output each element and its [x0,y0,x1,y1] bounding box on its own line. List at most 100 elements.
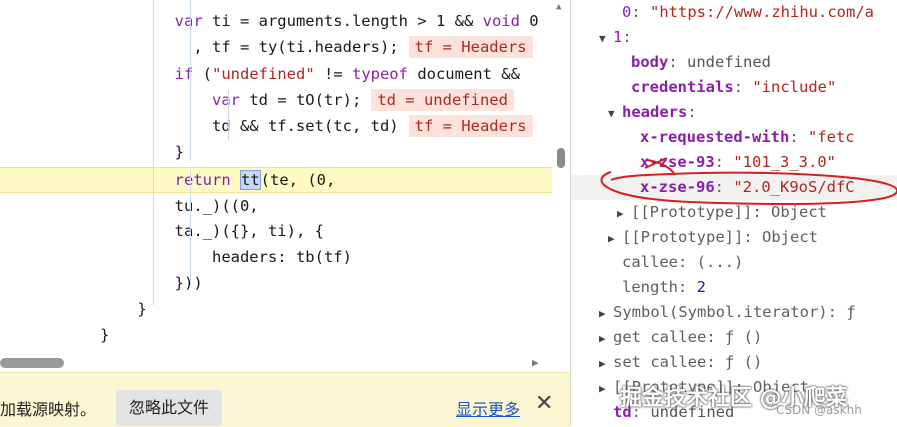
tree-row[interactable]: length: 2 [571,275,897,300]
tree-row[interactable]: ▶ [[Prototype]]: Object [571,225,897,250]
scroll-right-arrow-icon[interactable]: ▶ [532,356,539,369]
collapsed-triangle-icon[interactable]: ▶ [599,351,613,376]
code-line-content: var ti = arguments.length > 1 && void 0 [0,12,539,30]
tree-row[interactable]: credentials: "include" [571,75,897,100]
scroll-up-arrow-icon[interactable]: ▲ [556,2,561,12]
tree-row[interactable]: ▶ get callee: ƒ () [571,325,897,350]
code-token: td = tO(tr); [239,91,362,109]
inline-value-badge: td = undefined [371,89,514,111]
csdn-watermark: CSDN @askhh [776,403,862,417]
notice-text: 加载源映射。 [0,400,97,419]
tree-row[interactable]: callee: (...) [571,250,897,275]
code-line[interactable]: } [0,139,552,165]
code-token: headers: tb(tf) [100,248,352,266]
show-more-link[interactable]: 显示更多 [456,396,520,420]
code-vertical-scrollbar[interactable] [552,0,570,355]
collapsed-triangle-icon[interactable]: ▶ [608,226,622,251]
tree-row[interactable]: x-zse-93: "101_3_3.0" [571,150,897,175]
property-value: 2 [696,278,707,296]
code-line[interactable]: return tt(te, (0, [0,167,552,193]
inline-value-badge: tf = Headers [408,36,533,58]
code-token: typeof [351,65,408,83]
property-key: length [622,278,678,296]
indent-guide [228,90,229,140]
code-line[interactable]: tu._)((0, [0,193,552,219]
code-line-content: var td = tO(tr); td = undefined [0,89,514,111]
key-separator: : [789,128,808,146]
code-vertical-scroll-thumb[interactable] [557,148,565,168]
code-token: } [100,143,184,161]
code-line[interactable]: if ("undefined" != typeof document && [0,61,552,87]
tree-row[interactable]: x-zse-96: "2.0_K9oS/dfC [571,175,897,200]
property-key: get callee [613,328,707,346]
key-separator: : [622,28,632,46]
property-value: ƒ () [725,353,763,371]
close-icon[interactable]: ✕ [535,391,553,416]
ignore-file-button[interactable]: 忽略此文件 [116,390,222,426]
key-separator: : [827,303,847,321]
property-value: "fetc [807,128,855,146]
property-value: "2.0_K9oS/dfC [733,178,855,196]
collapsed-triangle-icon[interactable]: ▶ [599,376,613,401]
property-value: (...) [696,253,744,271]
code-line[interactable]: var td = tO(tr); td = undefined [0,87,552,113]
code-token: var [211,91,240,109]
code-token: "undefined" [212,65,315,83]
code-line-content: } [0,300,147,318]
source-code-pane[interactable]: var ti = arguments.length > 1 && void 0 … [0,0,552,426]
code-line[interactable]: var ti = arguments.length > 1 && void 0 [0,8,552,34]
code-line-content: return tt(te, (0, [0,170,335,190]
expanded-triangle-icon[interactable]: ▼ [599,26,613,51]
code-line-content: if ("undefined" != typeof document && [0,65,529,83]
property-key: x-zse-93 [640,153,715,171]
code-line[interactable]: ta._)({}, ti), { [0,218,552,244]
property-key: credentials [631,78,734,96]
key-separator: : [733,78,753,96]
code-token: ( [193,65,212,83]
key-separator: : [714,178,734,196]
collapsed-triangle-icon[interactable]: ▶ [617,201,631,226]
code-line-content: headers: tb(tf) [0,248,352,266]
tree-row[interactable]: ▶ [[Prototype]]: Object [571,200,897,225]
key-separator: : [678,253,697,271]
code-token: 0 [519,12,539,30]
tree-row[interactable]: ▶ Symbol(Symbol.iterator): ƒ [571,300,897,325]
tree-row[interactable]: ▼ headers: [571,100,897,125]
property-value: ƒ () [725,328,763,346]
property-value: "https://www.zhihu.com/a [650,3,874,21]
code-line-content: , tf = ty(ti.headers); tf = Headers [0,36,533,58]
tree-row[interactable]: 0: "https://www.zhihu.com/a [571,0,897,25]
collapsed-triangle-icon[interactable]: ▶ [599,301,613,326]
code-token: } [100,300,147,318]
code-horizontal-scroll-thumb[interactable] [0,358,64,368]
property-key: 0 [622,3,632,21]
tree-row[interactable]: x-requested-with: "fetc [571,125,897,150]
property-key: [[Prototype]] [622,228,744,246]
property-key: [[Prototype]] [631,203,753,221]
code-line[interactable]: td && tf.set(tc, td) tf = Headers [0,113,552,139]
code-token: != [314,65,352,83]
property-key: Symbol(Symbol.iterator) [613,303,828,321]
code-line-content: td && tf.set(tc, td) tf = Headers [0,115,533,137]
property-value: "include" [752,78,837,96]
collapsed-triangle-icon[interactable]: ▶ [599,326,613,351]
code-line[interactable]: headers: tb(tf) [0,244,552,270]
code-line[interactable]: })) [0,270,552,296]
tree-row[interactable]: body: undefined [571,50,897,75]
tree-row[interactable]: ▶ set callee: ƒ () [571,350,897,375]
key-separator: : [631,3,651,21]
code-line[interactable]: } [0,296,552,322]
property-value: undefined [687,53,771,71]
scope-object-tree[interactable]: 0: "https://www.zhihu.com/a ▼ 1: body: unde… [571,0,897,426]
expanded-triangle-icon[interactable]: ▼ [608,101,622,126]
tree-row[interactable]: ▼ 1: [571,25,897,50]
property-key: 1 [613,28,623,46]
code-line[interactable]: } [0,322,552,348]
property-key: x-zse-96 [640,178,715,196]
code-token: })) [100,274,203,292]
code-line[interactable]: , tf = ty(ti.headers); tf = Headers [0,34,552,60]
